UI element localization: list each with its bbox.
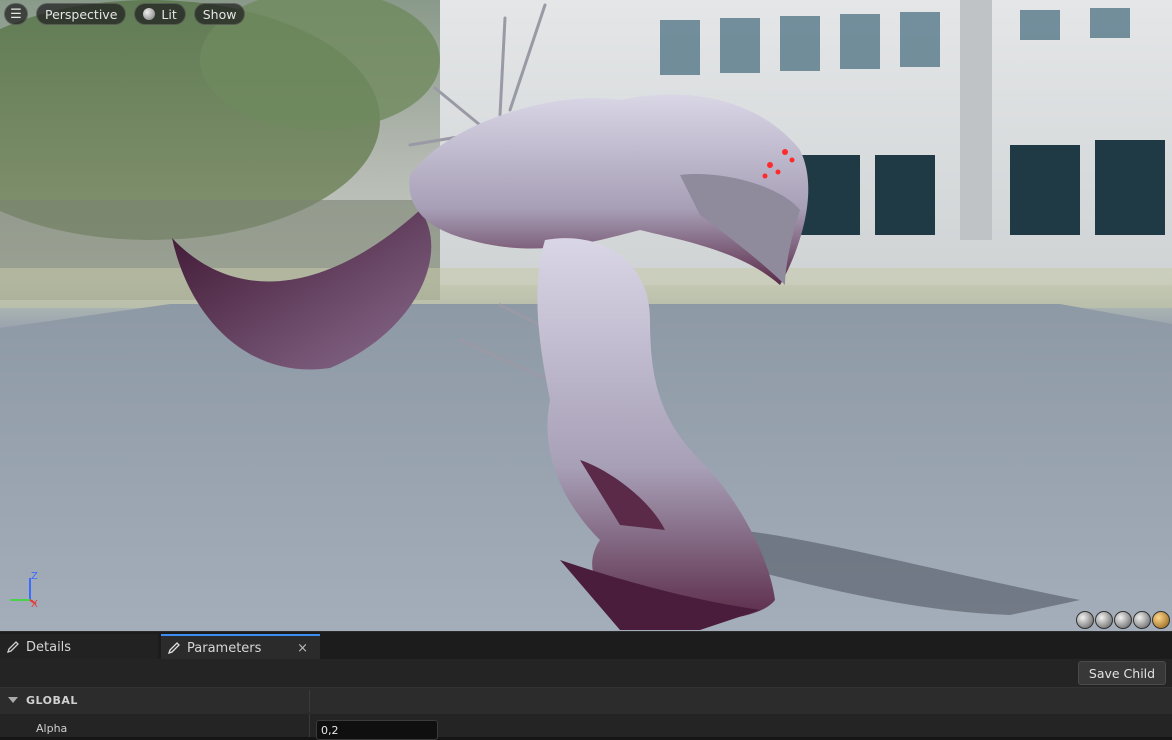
lit-label: Lit: [161, 6, 177, 22]
viewport[interactable]: ☰ Perspective Lit Show Z X: [0, 0, 1172, 631]
plane-preview-icon[interactable]: [1114, 611, 1132, 629]
lit-button[interactable]: Lit: [134, 3, 186, 25]
tab-details-label: Details: [26, 639, 72, 655]
section-title: GLOBAL: [26, 694, 78, 707]
preview-shape-picker: [1076, 611, 1170, 629]
axis-z-label: Z: [31, 571, 38, 582]
close-icon[interactable]: ×: [297, 641, 308, 656]
show-button[interactable]: Show: [193, 3, 246, 25]
param-label: Alpha: [36, 722, 68, 735]
pencil-icon: [167, 642, 180, 655]
cylinder-preview-icon[interactable]: [1076, 611, 1094, 629]
column-divider[interactable]: [309, 690, 310, 712]
perspective-label: Perspective: [45, 6, 118, 22]
mesh-preview-icon[interactable]: [1152, 611, 1170, 629]
lit-sphere-icon: [143, 8, 156, 20]
tab-parameters[interactable]: Parameters ×: [161, 634, 320, 660]
show-label: Show: [202, 6, 237, 22]
tab-details[interactable]: Details: [0, 634, 158, 660]
axis-gizmo-icon: Z X: [10, 571, 38, 610]
column-divider[interactable]: [309, 714, 310, 737]
save-child-button[interactable]: Save Child: [1078, 661, 1166, 685]
tab-parameters-label: Parameters: [187, 640, 262, 656]
axis-x-label: X: [31, 599, 38, 610]
param-row-alpha: Alpha: [0, 714, 1172, 740]
section-global[interactable]: GLOBAL: [0, 687, 1172, 715]
pencil-icon: [6, 641, 19, 654]
alpha-value-field[interactable]: [316, 720, 438, 740]
scene-render: [0, 0, 1172, 631]
cube-preview-icon[interactable]: [1133, 611, 1151, 629]
panel-tab-bar: Details Parameters ×: [0, 631, 1172, 660]
parameters-toolbar: Save Child: [0, 659, 1172, 687]
hamburger-icon: ☰: [10, 6, 22, 22]
sphere-preview-icon[interactable]: [1095, 611, 1113, 629]
chevron-down-icon[interactable]: [8, 697, 18, 703]
perspective-button[interactable]: Perspective: [36, 3, 127, 25]
viewport-menu-button[interactable]: ☰: [4, 3, 28, 25]
